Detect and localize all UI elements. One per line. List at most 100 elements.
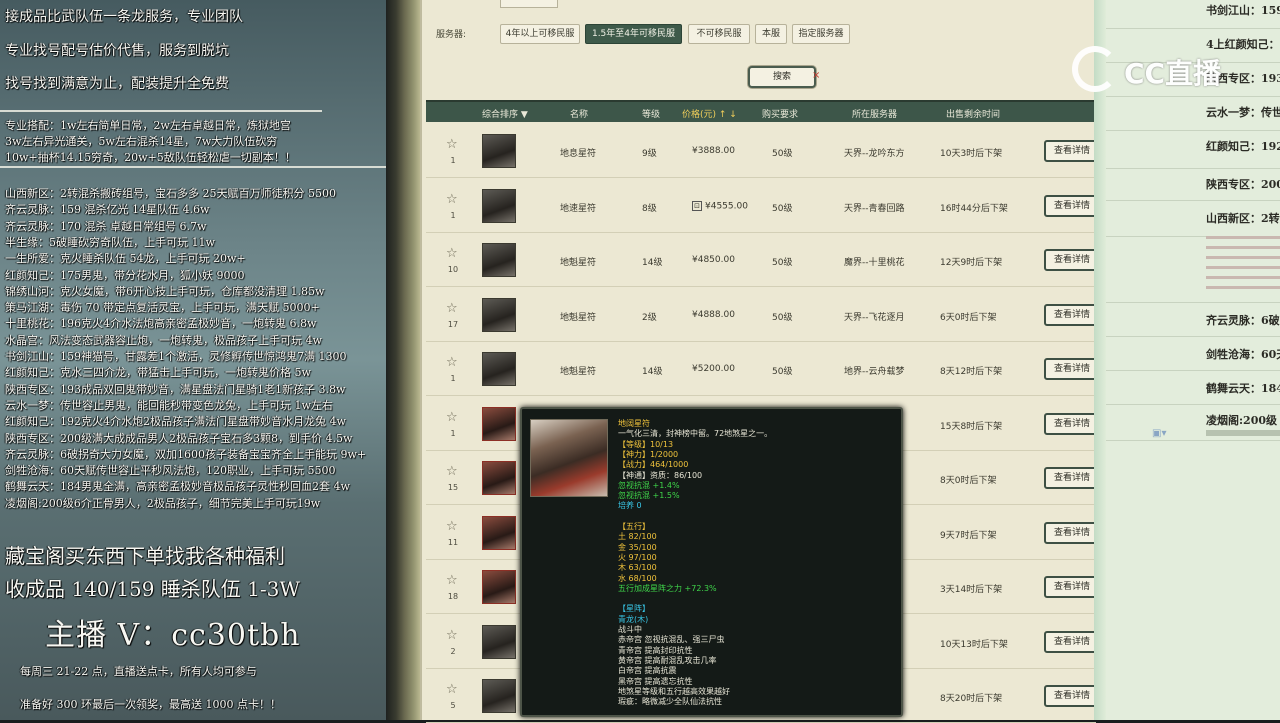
favorite-star-icon[interactable]: ☆	[446, 410, 460, 425]
item-level: 14级	[642, 258, 663, 268]
favorite-star-icon[interactable]: ☆	[446, 247, 460, 261]
item-price: ⊡ ¥4555.00	[692, 200, 748, 211]
item-icon[interactable]	[482, 352, 516, 386]
table-row[interactable]: ☆ 1 地息星符 9级 ¥3888.00 50级 天界--龙吟东方 10天3时后下架 查看详情	[426, 124, 1100, 178]
listing-line: 一生所爱：克火睡杀队伍 54龙，上手可玩 20w+	[5, 252, 246, 266]
price-text: ¥4850.00	[692, 255, 735, 265]
view-details-button[interactable]: 查看详情	[1044, 630, 1100, 653]
view-details-button[interactable]: 查看详情	[1044, 412, 1100, 435]
favorite-count: 1	[450, 156, 456, 165]
server-filter-option[interactable]: 4年以上可移民服	[500, 24, 580, 44]
item-icon[interactable]	[482, 243, 516, 277]
server-filter-option[interactable]: 不可移民服	[688, 24, 750, 44]
view-details-button[interactable]: 查看详情	[1044, 685, 1100, 707]
view-details-button[interactable]: 查看详情	[1044, 140, 1100, 162]
listing-line: 剑牲沧海：60天赋传世容止平秒风法炮，120职业，上手可玩 5500	[5, 464, 336, 478]
favorite-star-icon[interactable]: ☆	[446, 683, 460, 697]
item-portrait	[530, 419, 608, 497]
listing-line: 红颜知己：192克火4介水炮2极品孩子满法门星盘带妙音水月龙兔 4w	[5, 415, 346, 429]
view-details-button[interactable]: 查看详情	[1044, 576, 1100, 598]
item-icon[interactable]	[482, 679, 516, 713]
item-server: 魔界--十里桃花	[844, 258, 905, 268]
server-filter-label: 服务器:	[436, 30, 467, 40]
view-details-button[interactable]: 查看详情	[1044, 194, 1100, 217]
tooltip-line: 【战力】464/1000	[618, 460, 689, 470]
item-icon[interactable]	[482, 188, 516, 223]
table-row[interactable]: ☆ 10 地魁星符 14级 ¥4850.00 50级 魔界--十里桃花 12天9时后下架 查看详…	[426, 233, 1100, 287]
item-icon[interactable]	[482, 570, 516, 604]
tooltip-line: 【星阵】	[618, 604, 650, 614]
item-price: ¥5200.00	[692, 364, 735, 374]
remaining-time: 3天14时后下架	[940, 585, 1003, 595]
favorite-star-icon[interactable]: ☆	[446, 628, 460, 643]
tooltip-line: 水 68/100	[618, 573, 657, 583]
buy-requirement: 50级	[772, 312, 793, 323]
item-level: 9级	[642, 149, 657, 159]
chat-message-faded	[1206, 276, 1280, 279]
view-details-button[interactable]: 查看详情	[1044, 467, 1100, 489]
favorite-count: 1	[450, 428, 456, 438]
favorite-star-icon[interactable]: ☆	[446, 192, 460, 207]
view-details-button[interactable]: 查看详情	[1044, 303, 1100, 326]
server-filter-option[interactable]: 指定服务器	[792, 24, 850, 44]
table-row[interactable]: ☆ 1 地魁星符 14级 ¥5200.00 50级 地界--云舟载梦 8天12时后下架 查看详情	[426, 342, 1100, 396]
listing-line: 半生缘：5破睡砍穷奇队伍，上手可玩 11w	[5, 235, 215, 249]
chat-message-faded	[1206, 286, 1280, 289]
expand-icon[interactable]: ▣▾	[1152, 428, 1166, 439]
anchor-contact: 主播 V：cc30tbh	[45, 618, 301, 653]
tooltip-line: 金 35/100	[618, 542, 657, 552]
chat-message: 云水一梦：传世	[1206, 106, 1280, 119]
favorite-count: 2	[450, 646, 456, 656]
listing-line: 红颜知己：175男鬼，带分花水月，狐小妖 9000	[5, 268, 245, 282]
table-row[interactable]: ☆ 17 地魁星符 2级 ¥4888.00 50级 天界--飞花逐月 6天0时后下架 查看详情	[426, 288, 1100, 342]
chat-scroll-bar	[1206, 430, 1280, 436]
favorite-star-icon[interactable]: ☆	[446, 574, 460, 588]
favorite-star-icon[interactable]: ☆	[446, 519, 460, 534]
item-icon[interactable]	[482, 624, 516, 659]
server-filter-option[interactable]: 本服	[755, 24, 787, 44]
listing-line: 十里桃花：196克火4介水法炮高亲密孟极妙音，一炮转鬼 6.8w	[5, 317, 317, 331]
item-icon[interactable]	[482, 406, 516, 441]
divider	[0, 166, 386, 168]
item-icon[interactable]	[482, 297, 516, 332]
buy-requirement-header: 购买要求	[762, 110, 799, 120]
chat-message: 鹤舞云天：184	[1206, 382, 1280, 395]
tooltip-line: 一气化三清，封神榜中留。72地煞星之一。	[618, 429, 773, 439]
favorite-star-icon[interactable]: ☆	[446, 138, 460, 152]
favorite-count: 5	[450, 701, 456, 710]
item-name: 地魁星符	[560, 258, 597, 268]
table-row[interactable]: ☆ 1 地速星符 8级 ⊡ ¥4555.00 50级 天界--青春回路 16时44分后下架 查看详…	[426, 179, 1100, 233]
chat-separator	[1106, 440, 1280, 441]
tooltip-line: 地阔星符	[618, 419, 650, 428]
tooltip-line: 培养 0	[618, 501, 642, 511]
sort-header[interactable]: 综合排序 ▼	[482, 107, 528, 120]
logo-text: CC直播	[1124, 57, 1222, 90]
price-text: ¥4555.00	[705, 201, 748, 211]
tooltip-line: 赤帝宫 忽视抗混乱、强三尸虫	[618, 635, 725, 645]
item-level: 14级	[642, 367, 663, 377]
chat-message-faded	[1206, 236, 1280, 239]
search-button[interactable]: 搜索	[748, 66, 816, 88]
close-icon[interactable]: ×	[812, 70, 820, 81]
item-icon[interactable]	[482, 461, 516, 495]
item-icon[interactable]	[482, 134, 516, 168]
server-header: 所在服务器	[852, 110, 898, 120]
tooltip-line: 火 97/100	[618, 552, 657, 562]
item-icon[interactable]	[482, 515, 516, 550]
chat-separator	[1106, 370, 1280, 371]
price-header[interactable]: 价格(元) ↑ ↓	[682, 107, 737, 120]
view-details-button[interactable]: 查看详情	[1044, 249, 1100, 271]
server-filter-option[interactable]: 1.5年至4年可移民服	[585, 24, 682, 44]
favorite-star-icon[interactable]: ☆	[446, 301, 460, 316]
favorite-star-icon[interactable]: ☆	[446, 356, 460, 370]
chat-separator	[1106, 96, 1280, 97]
chat-separator	[1106, 302, 1280, 303]
item-server: 天界--龙吟东方	[844, 149, 905, 159]
item-name: 地魁星符	[560, 312, 597, 323]
divider	[0, 110, 322, 112]
footer-line: 每周三 21-22 点，直播送点卡，所有人均可参与	[20, 665, 257, 678]
view-details-button[interactable]: 查看详情	[1044, 358, 1100, 380]
server-filter-row: 服务器: 4年以上可移民服 1.5年至4年可移民服 不可移民服 本服 指定服务器	[422, 22, 1096, 46]
view-details-button[interactable]: 查看详情	[1044, 521, 1100, 544]
favorite-star-icon[interactable]: ☆	[446, 465, 460, 479]
